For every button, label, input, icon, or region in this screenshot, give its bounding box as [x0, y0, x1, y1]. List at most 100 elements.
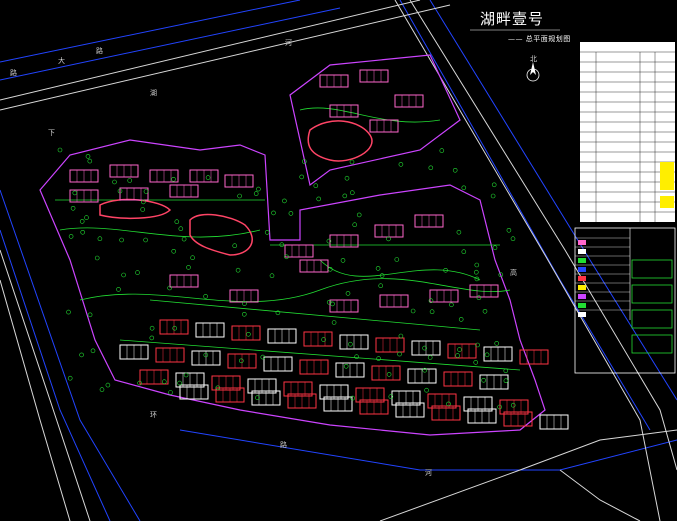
tree-symbol: [313, 183, 319, 188]
terrace-building: [299, 359, 329, 375]
tree-symbol: [299, 174, 305, 180]
highrise-building: [329, 104, 359, 118]
tree-symbol: [80, 230, 85, 235]
tree-symbol: [427, 355, 433, 360]
tree-symbol: [127, 178, 132, 183]
highrise-building: [189, 169, 219, 183]
terrace-building: [443, 371, 473, 387]
tree-symbol: [349, 159, 355, 165]
tree-symbol: [57, 147, 63, 153]
terrace-building: [335, 362, 365, 378]
tree-symbol: [87, 158, 93, 164]
site-plan-canvas: 湖畔壹号 —— 总平面规划图 北 路 大 路 河 湖 下 环 路 河 高: [0, 0, 677, 521]
tree-symbol: [446, 401, 451, 407]
tree-symbol: [429, 309, 435, 315]
tree-symbol: [461, 185, 467, 191]
north-label: 北: [530, 55, 537, 63]
tree-symbol: [264, 230, 270, 235]
tree-symbol: [282, 198, 287, 204]
terrace-building: [339, 334, 369, 350]
legend-table: [580, 42, 675, 222]
tree-symbol: [457, 347, 462, 352]
terrace-building: [375, 337, 405, 353]
river-label-1: 河: [285, 39, 292, 47]
plan-subtitle: —— 总平面规划图: [508, 35, 571, 43]
highrise-building: [429, 289, 459, 303]
highrise-building: [149, 169, 179, 183]
tree-symbol: [398, 162, 404, 167]
tree-symbol: [473, 269, 479, 275]
tree-symbol: [348, 341, 353, 347]
highrise-building: [374, 224, 404, 238]
tree-symbol: [87, 312, 93, 318]
tree-symbol: [455, 353, 460, 358]
tree-symbol: [379, 273, 385, 278]
terrace-building: [195, 322, 225, 338]
highrise-building: [414, 214, 444, 228]
terrace-building: [267, 328, 297, 344]
terrace-building: [407, 368, 437, 384]
tree-symbol: [458, 317, 464, 322]
tree-symbol: [491, 182, 497, 188]
terrace-building: [139, 369, 169, 385]
river-label-3: 下: [48, 129, 55, 137]
tree-symbol: [172, 325, 177, 331]
road-label-1: 路: [10, 69, 17, 77]
tree-symbol: [181, 236, 187, 242]
terrace-building: [159, 319, 189, 335]
tree-symbol: [340, 258, 346, 263]
tree-symbol: [239, 358, 244, 364]
tree-symbol: [171, 177, 176, 182]
highrise-building: [329, 299, 359, 313]
tree-symbol: [186, 265, 191, 270]
tree-symbol: [105, 382, 111, 388]
tree-symbol: [473, 360, 479, 365]
terrace-building: [539, 414, 569, 430]
tree-symbol: [269, 273, 275, 279]
road-label-3: 路: [96, 47, 103, 55]
tree-symbol: [70, 206, 76, 211]
tree-symbol: [484, 352, 490, 358]
tree-symbol: [375, 266, 381, 271]
highrise-building: [229, 289, 259, 303]
tree-symbol: [349, 190, 355, 195]
terrace-building: [263, 356, 293, 372]
highrise-building: [109, 164, 139, 178]
south-label-2: 路: [280, 441, 287, 449]
highrise-building: [169, 184, 199, 198]
tree-symbol: [119, 237, 124, 243]
tree-symbol: [510, 402, 516, 408]
tree-symbol: [99, 387, 105, 392]
tree-symbol: [424, 387, 429, 393]
highrise-building: [169, 274, 199, 288]
tree-symbol: [350, 395, 356, 401]
tree-symbol: [121, 272, 126, 278]
road-label-2: 大: [58, 57, 65, 65]
terrace-building: [447, 343, 477, 359]
tree-symbol: [449, 302, 454, 308]
blue-road-lines: [0, 0, 677, 521]
tree-symbol: [503, 378, 509, 384]
tree-symbol: [378, 283, 384, 289]
tree-symbol: [205, 175, 211, 180]
tree-symbol: [428, 165, 434, 171]
tree-symbol: [149, 335, 155, 341]
landscape-lines: [55, 107, 521, 371]
terrace-building: [227, 353, 257, 369]
tree-symbol: [510, 236, 516, 241]
tree-symbol: [342, 193, 348, 199]
tree-symbol: [253, 191, 259, 196]
tree-symbol: [326, 299, 332, 305]
tree-symbol: [476, 295, 482, 301]
highrise-building: [284, 244, 314, 258]
tree-symbol: [345, 291, 351, 296]
south-label-3: 河: [425, 469, 432, 477]
highrise-building: [469, 284, 499, 298]
highrise-building: [119, 187, 149, 201]
tree-symbol: [84, 215, 89, 220]
tree-symbol: [171, 249, 176, 254]
tree-symbol: [149, 325, 155, 331]
tree-symbol: [72, 190, 78, 196]
tree-symbol: [386, 372, 392, 377]
terrace-building: [231, 325, 261, 341]
